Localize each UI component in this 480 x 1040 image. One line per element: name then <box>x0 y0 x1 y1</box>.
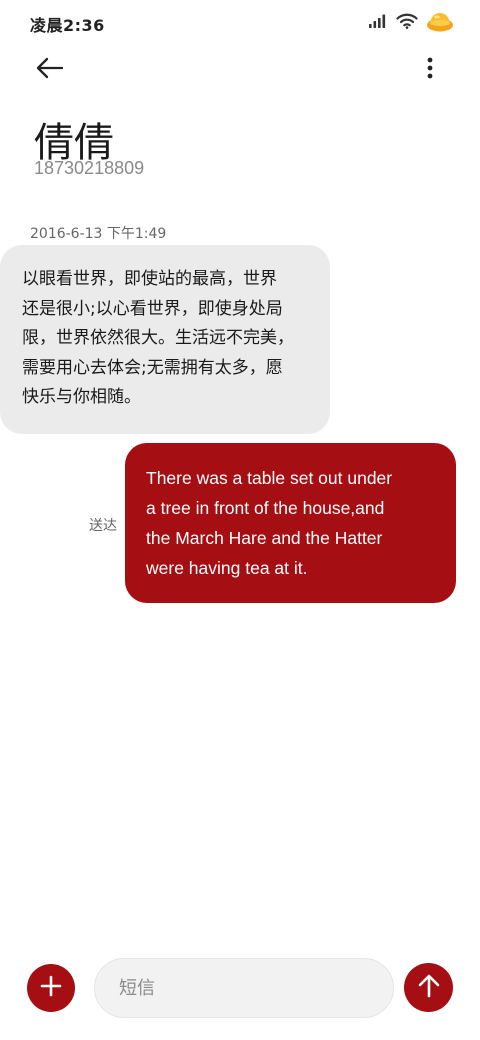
incoming-message-line: 以眼看世界，即使站的最高，世界 <box>22 269 277 289</box>
delivery-status: 送达 <box>89 518 117 534</box>
add-attachment-button[interactable] <box>27 964 75 1012</box>
outgoing-message-line: were having tea at it. <box>146 558 308 578</box>
back-arrow-icon <box>36 57 64 83</box>
message-timestamp: 2016-6-13 下午1:49 <box>30 226 167 242</box>
incoming-message-line: 限，世界依然很大。生活远不完美， <box>22 328 294 348</box>
signal-icon <box>368 13 388 33</box>
outgoing-message-line: There was a table set out under <box>146 468 393 488</box>
gold-ingot-icon <box>426 9 454 37</box>
incoming-message-text: 以眼看世界，即使站的最高，世界 还是很小;以心看世界，即使身处局 限，世界依然很… <box>22 265 308 413</box>
back-button[interactable] <box>32 52 68 88</box>
message-input-container[interactable] <box>94 958 394 1018</box>
status-bar: 凌晨2:36 <box>0 0 480 44</box>
outgoing-message-line: the March Hare and the Hatter <box>146 528 383 548</box>
incoming-message-line: 快乐与你相随。 <box>22 387 141 407</box>
outgoing-message-bubble[interactable]: There was a table set out under a tree i… <box>125 443 456 603</box>
incoming-message-bubble[interactable]: 以眼看世界，即使站的最高，世界 还是很小;以心看世界，即使身处局 限，世界依然很… <box>0 245 330 434</box>
message-input[interactable] <box>95 959 393 1017</box>
more-options-button[interactable] <box>412 52 448 88</box>
status-icons <box>368 10 454 36</box>
contact-number: 18730218809 <box>34 158 145 178</box>
outgoing-message-line: a tree in front of the house,and <box>146 498 385 518</box>
arrow-up-icon <box>418 974 440 1002</box>
status-time: 凌晨2:36 <box>30 16 105 35</box>
plus-icon <box>40 975 62 1001</box>
incoming-message-line: 需要用心去体会;无需拥有太多，愿 <box>22 357 283 378</box>
send-button[interactable] <box>404 963 453 1012</box>
wifi-icon <box>396 13 418 33</box>
incoming-message-line: 还是很小;以心看世界，即使身处局 <box>22 298 283 319</box>
more-vert-icon <box>427 57 433 83</box>
outgoing-message-text: There was a table set out under a tree i… <box>146 463 436 583</box>
